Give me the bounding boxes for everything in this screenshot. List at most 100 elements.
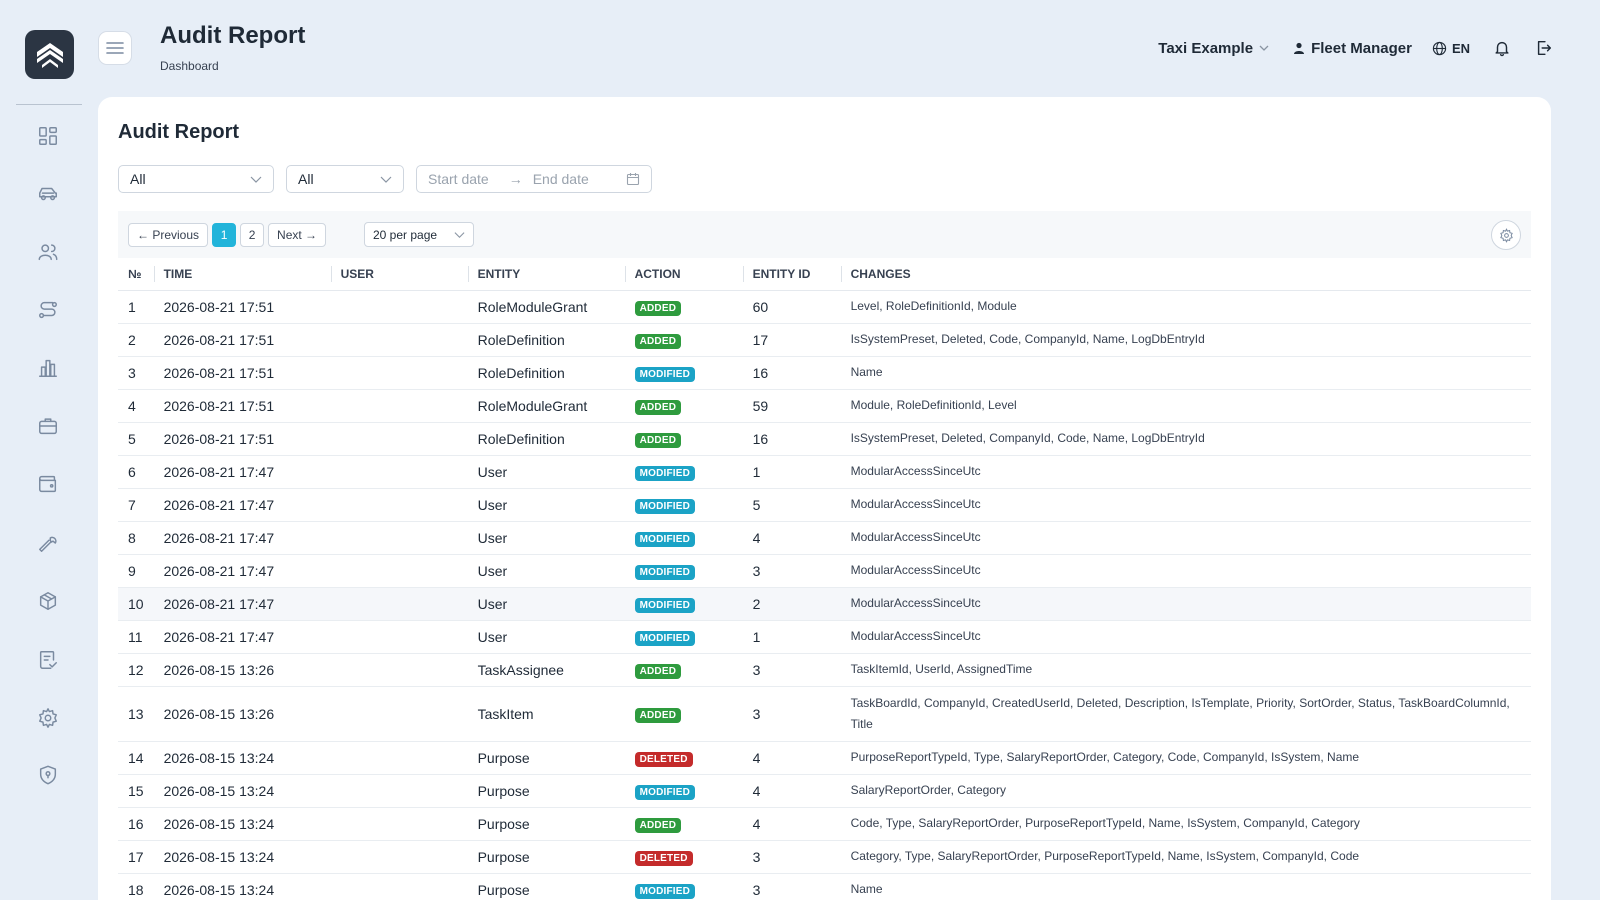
column-header-time[interactable]: TIME [153,258,331,291]
sidebar-item-gear[interactable] [36,706,60,730]
page-button-1[interactable]: 1 [212,222,237,247]
row-entity-id: 4 [742,521,841,555]
breadcrumb[interactable]: Dashboard [160,59,219,73]
sidebar-item-route[interactable] [36,298,60,322]
next-page-button[interactable]: Next → [268,222,327,247]
table-row[interactable]: 3 2026-08-21 17:51 RoleDefinition MODIFIED 1… [118,356,1531,390]
user-name: Fleet Manager [1311,39,1412,57]
row-number: 11 [118,620,154,654]
table-row[interactable]: 11 2026-08-21 17:47 User MODIFIED 1 ModularAc… [118,620,1531,654]
sidebar-item-checklist[interactable] [36,648,60,672]
action-badge: MODIFIED [634,366,696,382]
sidebar [0,0,98,900]
table-row[interactable]: 15 2026-08-15 13:24 Purpose MODIFIED 4 Salary… [118,774,1531,808]
sidebar-item-briefcase[interactable] [36,414,60,438]
table-row[interactable]: 13 2026-08-15 13:26 TaskItem ADDED 3 TaskBoar… [118,686,1531,742]
row-changes: IsSystemPreset, Deleted, CompanyId, Code… [840,422,1531,456]
date-range-picker[interactable]: Start date → End date [416,165,652,193]
table-row[interactable]: 16 2026-08-15 13:24 Purpose ADDED 4 Code, Typ… [118,807,1531,841]
action-badge: ADDED [634,663,682,679]
previous-page-button[interactable]: ← Previous [128,222,209,247]
table-row[interactable]: 18 2026-08-15 13:24 Purpose MODIFIED 3 Name [118,873,1531,900]
table-settings-button[interactable] [1491,220,1521,250]
chevron-down-icon [1259,45,1269,51]
table-row[interactable]: 4 2026-08-21 17:51 RoleModuleGrant ADDED 59 M… [118,389,1531,423]
per-page-select[interactable]: 20 per page [364,222,474,247]
language-code: EN [1451,40,1470,56]
table-row[interactable]: 8 2026-08-21 17:47 User MODIFIED 4 ModularAcc… [118,521,1531,555]
row-changes: ModularAccessSinceUtc [840,587,1531,621]
user-icon [1294,42,1305,54]
row-changes: ModularAccessSinceUtc [840,488,1531,522]
column-header-entity[interactable]: ENTITY [467,258,625,291]
sidebar-item-shield[interactable] [36,763,60,787]
row-action: ADDED [624,807,743,841]
row-changes: Name [840,356,1531,390]
calendar-icon[interactable] [626,172,640,186]
table-row[interactable]: 14 2026-08-15 13:24 Purpose DELETED 4 Purpose… [118,741,1531,775]
row-number: 10 [118,587,154,621]
table-toolbar: ← Previous 1 2 Next → 20 per page [118,211,1531,258]
table-row[interactable]: 5 2026-08-21 17:51 RoleDefinition ADDED 16 Is… [118,422,1531,456]
sidebar-item-chart[interactable] [36,356,60,380]
entity-filter-select[interactable]: All [118,165,274,193]
logout-icon[interactable] [1534,38,1554,58]
sidebar-item-dashboard[interactable] [36,124,60,148]
table-row[interactable]: 12 2026-08-15 13:26 TaskAssignee ADDED 3 Task… [118,653,1531,687]
row-changes: Category, Type, SalaryReportOrder, Purpo… [840,840,1531,874]
row-user [330,741,468,775]
chevron-down-icon [454,232,465,239]
row-entity-id: 5 [742,488,841,522]
page-title: Audit Report [160,22,306,49]
row-time: 2026-08-21 17:51 [153,323,331,357]
row-time: 2026-08-21 17:51 [153,422,331,456]
sidebar-item-wallet[interactable] [36,472,60,496]
table-row[interactable]: 7 2026-08-21 17:47 User MODIFIED 5 ModularAcc… [118,488,1531,522]
row-user [330,323,468,357]
table-row[interactable]: 10 2026-08-21 17:47 User MODIFIED 2 ModularAc… [118,587,1531,621]
column-header-changes[interactable]: CHANGES [840,258,1531,291]
row-action: DELETED [624,840,743,874]
action-badge: DELETED [634,850,693,866]
user-menu[interactable]: Fleet Manager [1293,40,1412,57]
bell-icon[interactable] [1492,38,1512,58]
sidebar-item-package[interactable] [36,589,60,613]
language-selector[interactable]: EN [1432,41,1470,56]
header-actions: Taxi Example Fleet Manager EN [1158,38,1554,58]
row-time: 2026-08-15 13:26 [153,653,331,687]
table-row[interactable]: 9 2026-08-21 17:47 User MODIFIED 3 ModularAcc… [118,554,1531,588]
row-entity: Purpose [467,840,625,874]
row-number: 13 [118,686,154,742]
chevron-down-icon [380,176,392,183]
column-header-number[interactable]: № [118,258,154,291]
page-button-2[interactable]: 2 [240,222,265,247]
row-time: 2026-08-15 13:24 [153,774,331,808]
company-selector[interactable]: Taxi Example [1158,40,1269,57]
sidebar-item-car[interactable] [36,182,60,206]
row-entity-id: 3 [742,686,841,742]
action-badge: ADDED [634,300,682,316]
row-time: 2026-08-15 13:24 [153,873,331,900]
end-date-input[interactable]: End date [533,171,589,187]
row-changes: IsSystemPreset, Deleted, Code, CompanyId… [840,323,1531,357]
column-header-action[interactable]: ACTION [624,258,743,291]
table-row[interactable]: 1 2026-08-21 17:51 RoleModuleGrant ADDED 60 L… [118,290,1531,324]
menu-toggle-button[interactable] [98,31,132,65]
start-date-input[interactable]: Start date [428,171,489,187]
row-user [330,873,468,900]
row-time: 2026-08-21 17:47 [153,587,331,621]
row-entity-id: 1 [742,620,841,654]
action-filter-select[interactable]: All [286,165,404,193]
sidebar-item-users[interactable] [36,240,60,264]
table-row[interactable]: 6 2026-08-21 17:47 User MODIFIED 1 ModularAcc… [118,455,1531,489]
table-row[interactable]: 17 2026-08-15 13:24 Purpose DELETED 3 Categor… [118,840,1531,874]
column-header-entity-id[interactable]: ENTITY ID [742,258,841,291]
row-number: 6 [118,455,154,489]
row-entity: TaskAssignee [467,653,625,687]
app-logo-icon[interactable] [25,30,74,79]
row-user [330,653,468,687]
table-row[interactable]: 2 2026-08-21 17:51 RoleDefinition ADDED 17 Is… [118,323,1531,357]
column-header-user[interactable]: USER [330,258,468,291]
sidebar-item-wrench[interactable] [36,531,60,555]
row-action: ADDED [624,323,743,357]
